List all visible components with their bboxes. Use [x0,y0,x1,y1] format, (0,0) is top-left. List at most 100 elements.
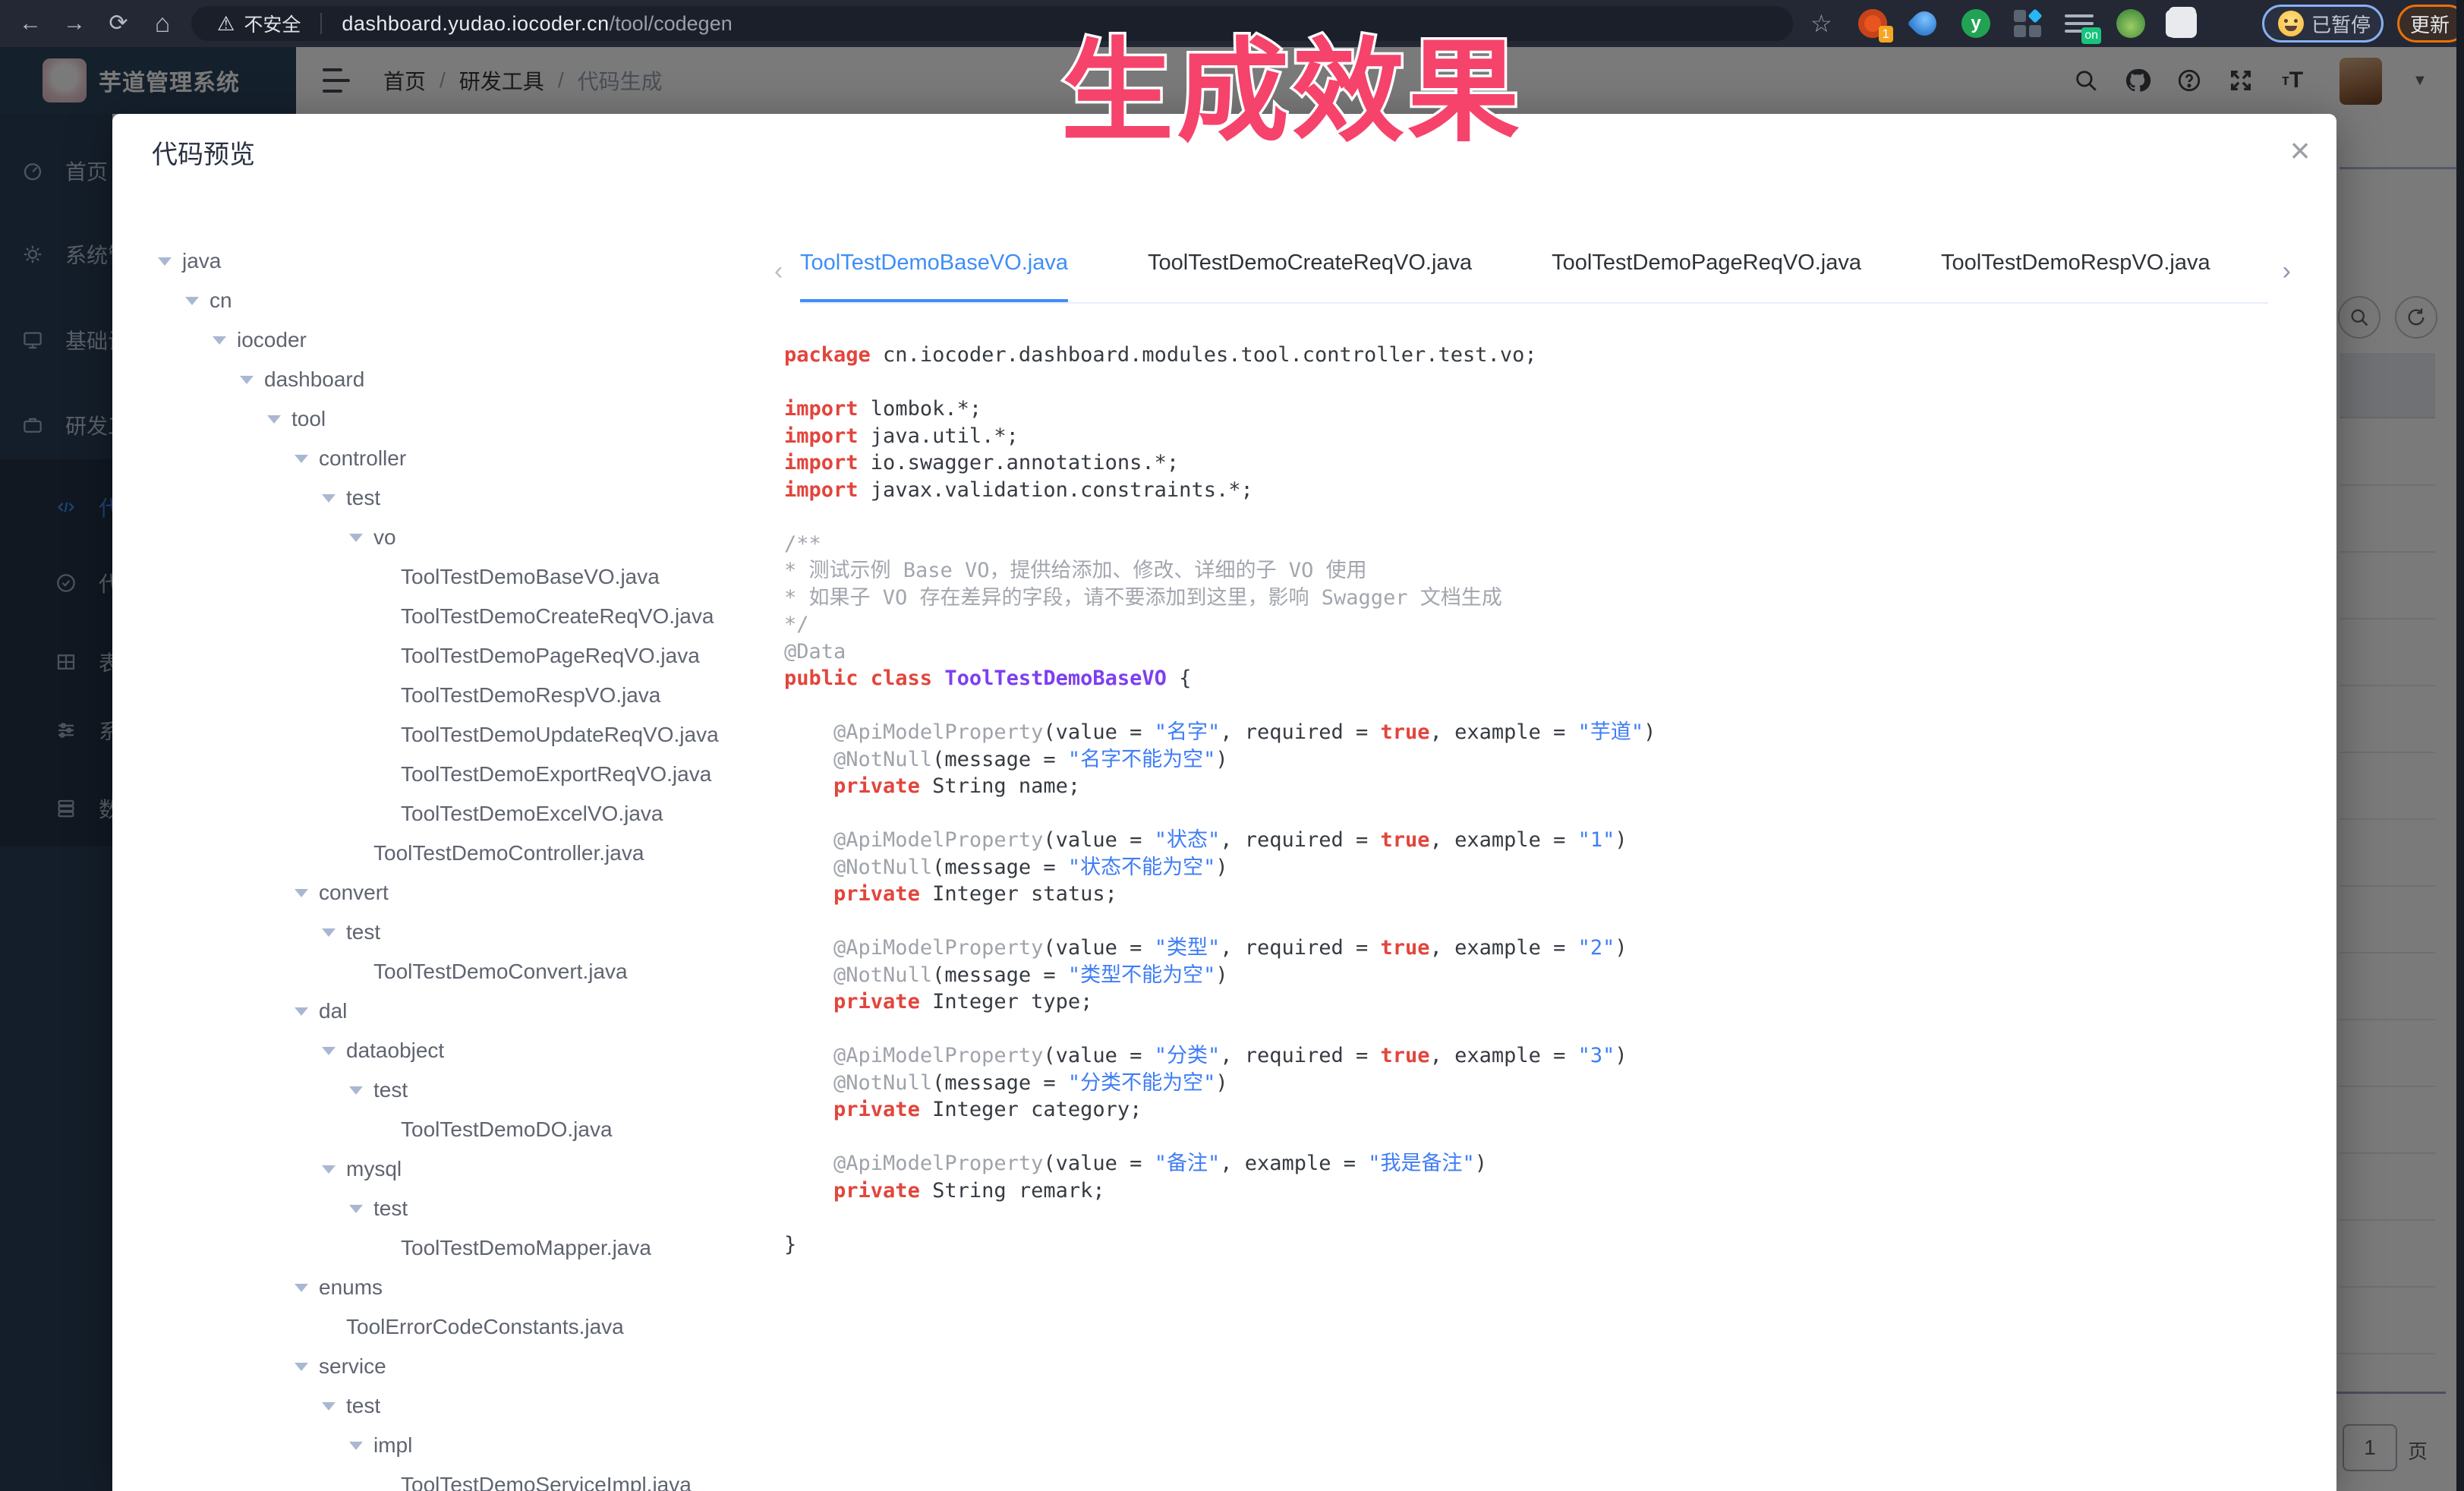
tabs-scroll-left-icon[interactable]: ‹ [774,257,783,286]
caret-down-icon[interactable] [349,1442,363,1450]
tree-node-folder[interactable]: test [112,1189,777,1228]
tree-node-label: enums [319,1275,383,1300]
tree-node-file[interactable]: ToolErrorCodeConstants.java [112,1307,777,1347]
bookmark-star-icon[interactable]: ☆ [1810,0,1832,47]
code-line: import java.util.*; [784,423,1656,450]
tree-node-folder[interactable]: dashboard [112,360,777,399]
tree-node-file[interactable]: ToolTestDemoBaseVO.java [112,557,777,597]
tree-node-folder[interactable]: service [112,1347,777,1386]
code-line: private Integer category; [784,1096,1656,1124]
caret-down-icon[interactable] [349,1086,363,1095]
tab-ToolTestDemoRespVO.java[interactable]: ToolTestDemoRespVO.java [1941,251,2210,304]
tabs-scroll-right-icon[interactable]: › [2283,257,2291,286]
browser-back-icon[interactable]: ← [14,0,47,47]
caret-down-icon[interactable] [158,257,172,266]
tree-node-label: ToolTestDemoDO.java [401,1117,613,1142]
code-line [784,692,1656,720]
caret-down-icon[interactable] [322,1165,336,1174]
tree-node-folder[interactable]: test [112,913,777,952]
tree-node-label: dataobject [346,1039,444,1063]
caret-down-icon[interactable] [295,889,308,897]
caret-down-icon[interactable] [295,1284,308,1292]
tree-node-file[interactable]: ToolTestDemoExcelVO.java [112,794,777,834]
tab-ToolTestDemoPageReqVO.java[interactable]: ToolTestDemoPageReqVO.java [1552,251,1861,304]
tree-node-file[interactable]: ToolTestDemoController.java [112,834,777,873]
tree-node-file[interactable]: ToolTestDemoUpdateReqVO.java [112,715,777,755]
puzzle-extension-icon[interactable] [2168,9,2197,38]
code-line: @ApiModelProperty(value = "分类", required… [784,1042,1656,1070]
browser-home-icon[interactable]: ⌂ [146,0,179,47]
browser-forward-icon[interactable]: → [58,0,91,47]
code-line: import javax.validation.constraints.*; [784,477,1656,504]
grid-extension-icon[interactable] [2013,9,2042,38]
tree-node-folder[interactable]: mysql [112,1149,777,1189]
browser-scrollbar-gutter[interactable] [2456,0,2464,1491]
tree-node-label: vo [373,525,396,550]
code-line: @NotNull(message = "类型不能为空") [784,962,1656,989]
url-host: dashboard.yudao.iocoder.cn [342,12,609,36]
code-line: import lombok.*; [784,396,1656,423]
list-extension-icon[interactable]: on [2065,9,2094,38]
tree-node-folder[interactable]: enums [112,1268,777,1307]
caret-down-icon[interactable] [267,415,281,424]
code-line: @NotNull(message = "状态不能为空") [784,854,1656,881]
caret-down-icon[interactable] [213,336,226,345]
code-line: private Integer status; [784,881,1656,908]
drop-extension-icon[interactable] [1910,9,1939,38]
tree-node-file[interactable]: ToolTestDemoCreateReqVO.java [112,597,777,636]
tab-ToolTestDemoCreateReqVO.java[interactable]: ToolTestDemoCreateReqVO.java [1148,251,1472,304]
tree-node-label: controller [319,446,406,471]
tree-node-folder[interactable]: convert [112,873,777,913]
tree-node-folder[interactable]: java [112,241,777,281]
tree-node-file[interactable]: ToolTestDemoPageReqVO.java [112,636,777,676]
caret-down-icon[interactable] [349,1205,363,1213]
greeny-extension-icon[interactable]: y [1961,9,1990,38]
address-bar[interactable]: ⚠ 不安全 dashboard.yudao.iocoder.cn/tool/co… [191,6,1793,41]
orange-extension-icon[interactable]: 1 [1858,9,1887,38]
tree-node-folder[interactable]: controller [112,439,777,478]
caret-down-icon[interactable] [349,534,363,542]
browser-toolbar: ← → ⟳ ⌂ ⚠ 不安全 dashboard.yudao.iocoder.cn… [0,0,2464,47]
tree-node-file[interactable]: ToolTestDemoMapper.java [112,1228,777,1268]
tree-node-file[interactable]: ToolTestDemoRespVO.java [112,676,777,715]
caret-down-icon[interactable] [322,1402,336,1411]
code-line: @Data [784,638,1656,666]
tree-node-folder[interactable]: test [112,1070,777,1110]
tabs-divider [800,302,2268,304]
browser-reload-icon[interactable]: ⟳ [102,0,135,47]
tree-node-folder[interactable]: cn [112,281,777,320]
tree-node-folder[interactable]: dataobject [112,1031,777,1070]
close-icon[interactable]: × [2277,128,2323,173]
profile-status-label: 已暂停 [2311,10,2371,38]
tree-node-label: test [346,1394,380,1418]
caret-down-icon[interactable] [295,455,308,463]
tab-ToolTestDemoBaseVO.java[interactable]: ToolTestDemoBaseVO.java [800,251,1068,304]
tree-node-label: test [346,920,380,944]
tree-node-folder[interactable]: iocoder [112,320,777,360]
tree-node-folder[interactable]: vo [112,518,777,557]
sprout-extension-icon[interactable] [2116,9,2145,38]
browser-profile-chip[interactable]: 已暂停 [2262,5,2384,43]
tree-node-file[interactable]: ToolTestDemoConvert.java [112,952,777,991]
code-line: @ApiModelProperty(value = "状态", required… [784,827,1656,854]
tree-node-file[interactable]: ToolTestDemoServiceImpl.java [112,1465,777,1491]
caret-down-icon[interactable] [322,928,336,937]
tree-node-file[interactable]: ToolTestDemoExportReqVO.java [112,755,777,794]
code-line: * 如果子 VO 存在差异的字段，请不要添加到这里，影响 Swagger 文档生… [784,585,1656,612]
tree-node-folder[interactable]: test [112,478,777,518]
caret-down-icon[interactable] [240,376,254,384]
caret-down-icon[interactable] [322,1047,336,1055]
tree-node-folder[interactable]: tool [112,399,777,439]
extension-icons: 1 y on [1858,0,2197,47]
tree-node-folder[interactable]: dal [112,991,777,1031]
caret-down-icon[interactable] [295,1363,308,1371]
tree-node-folder[interactable]: test [112,1386,777,1426]
tree-node-file[interactable]: ToolTestDemoDO.java [112,1110,777,1149]
caret-down-icon[interactable] [295,1007,308,1016]
caret-down-icon[interactable] [322,494,336,503]
caret-down-icon[interactable] [185,297,199,305]
code-line [784,369,1656,396]
tree-node-folder[interactable]: impl [112,1426,777,1465]
code-line: } [784,1231,1656,1259]
tree-node-label: test [373,1196,408,1221]
